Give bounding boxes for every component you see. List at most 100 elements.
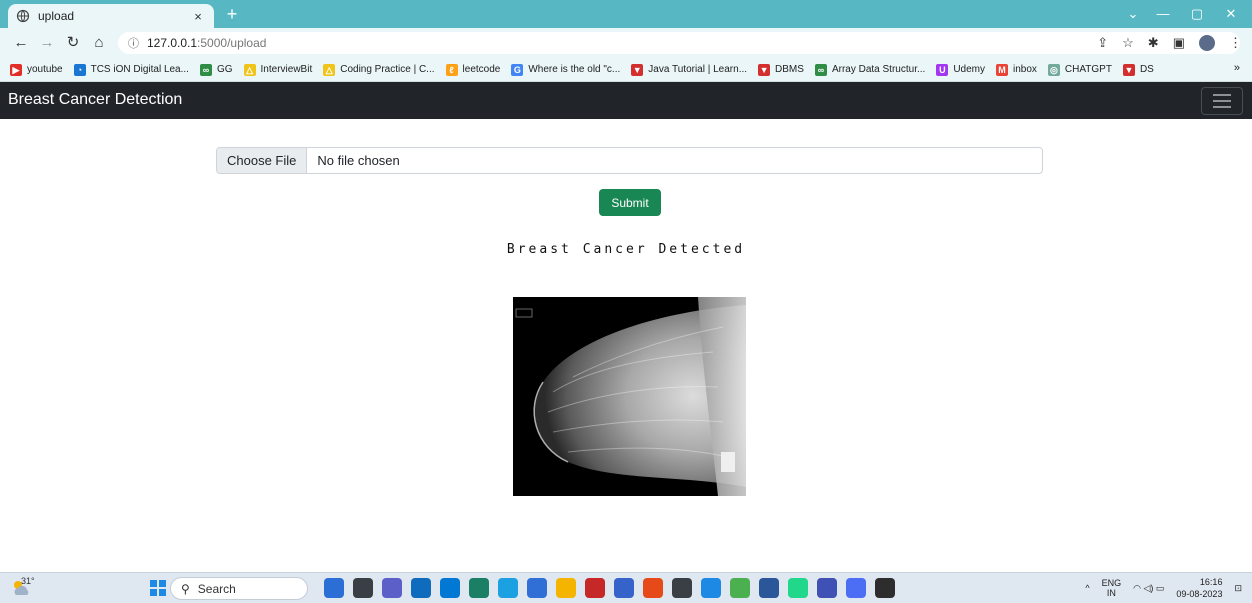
store-icon[interactable]: [411, 578, 431, 598]
bookmark-item[interactable]: ◔ TCS iON Digital Lea...: [73, 63, 189, 76]
bookmark-item[interactable]: ▶ youtube: [10, 63, 63, 76]
l-app-icon[interactable]: [469, 578, 489, 598]
tab-list-icon[interactable]: ⌄: [1116, 4, 1150, 24]
bookmark-item[interactable]: ▼ Java Tutorial | Learn...: [631, 63, 748, 76]
file-input[interactable]: Choose File No file chosen: [216, 147, 1043, 174]
bookmark-item[interactable]: Minbox: [996, 63, 1037, 76]
photos-icon[interactable]: [614, 578, 634, 598]
bookmark-item[interactable]: ▼ DS: [1122, 63, 1154, 76]
pycharm-icon[interactable]: [788, 578, 808, 598]
navbar-toggler-button[interactable]: [1201, 87, 1243, 115]
mammogram-image: [513, 297, 746, 496]
search-icon: ⚲: [181, 581, 190, 596]
clock-date: 09-08-2023: [1176, 589, 1223, 599]
bookmark-item[interactable]: ∞ Array Data Structur...: [814, 63, 926, 76]
vscode-icon[interactable]: [701, 578, 721, 598]
mcafee-icon[interactable]: [585, 578, 605, 598]
back-arrow-icon[interactable]: ←: [12, 34, 30, 52]
maximize-button[interactable]: ▢: [1180, 4, 1214, 24]
globe-icon: [16, 9, 30, 23]
edge-icon[interactable]: [498, 578, 518, 598]
dbms-icon: ▼: [758, 63, 771, 76]
share-icon[interactable]: ⇪: [1097, 35, 1108, 51]
notepad-icon[interactable]: [846, 578, 866, 598]
hamburger-icon-bar: [1213, 100, 1231, 102]
bookmark-item[interactable]: G Where is the old "c...: [511, 63, 621, 76]
notification-icon[interactable]: ⊡: [1234, 583, 1242, 594]
bing-icon[interactable]: [324, 578, 344, 598]
forward-arrow-icon[interactable]: →: [38, 34, 56, 52]
chrome-icon[interactable]: [730, 578, 750, 598]
chat-icon[interactable]: [527, 578, 547, 598]
teams-icon[interactable]: [382, 578, 402, 598]
submit-button[interactable]: Submit: [599, 189, 661, 216]
bookmark-item[interactable]: U Udemy: [936, 63, 985, 76]
task-view-icon[interactable]: [353, 578, 373, 598]
windows-taskbar: 31° ⚲ Search ^ ENG IN ◠ ◁) ▭ 16:16 09-08…: [0, 572, 1252, 603]
bookmark-item[interactable]: ▼ DBMS: [758, 63, 804, 76]
bookmark-label: DBMS: [775, 64, 804, 75]
bookmark-star-icon[interactable]: ☆: [1122, 35, 1134, 51]
url-field[interactable]: ⓘ 127.0.0.1 :5000/upload: [118, 32, 1240, 54]
network-app-icon[interactable]: [817, 578, 837, 598]
weather-widget[interactable]: 31°: [10, 576, 35, 599]
app-navbar: Breast Cancer Detection: [0, 82, 1252, 119]
javatpoint-icon: ▼: [631, 63, 644, 76]
minimize-button[interactable]: —: [1146, 4, 1180, 24]
region-code: IN: [1106, 588, 1116, 598]
ds-icon: ▼: [1122, 63, 1135, 76]
bookmark-label: Array Data Structur...: [831, 64, 926, 75]
bookmark-label: leetcode: [462, 64, 501, 75]
bookmark-item[interactable]: △ Coding Practice | C...: [323, 63, 435, 76]
site-info-icon[interactable]: ⓘ: [128, 35, 139, 51]
taskbar-clock[interactable]: 16:16 09-08-2023: [1176, 576, 1222, 600]
bookmark-label: DS: [1139, 64, 1154, 75]
wifi-sound-battery-icons[interactable]: ◠ ◁) ▭: [1133, 583, 1164, 594]
interviewbit-icon: △: [243, 63, 256, 76]
tab-close-icon[interactable]: ×: [190, 9, 206, 24]
home-icon[interactable]: ⌂: [90, 34, 108, 52]
bookmark-item[interactable]: ∞ GG: [199, 63, 233, 76]
terminal-icon[interactable]: [875, 578, 895, 598]
extensions-icon[interactable]: ✱: [1148, 35, 1159, 51]
tray-overflow-icon[interactable]: ^: [1085, 583, 1089, 593]
url-path: :5000/upload: [197, 36, 267, 50]
mail-icon[interactable]: [440, 578, 460, 598]
language-indicator[interactable]: ENG IN: [1102, 578, 1122, 598]
google-icon: G: [511, 63, 524, 76]
choose-file-button[interactable]: Choose File: [217, 148, 308, 173]
browser-tab-strip: upload × + ⌄ — ▢ ✕: [0, 0, 1252, 28]
file-explorer-icon[interactable]: [556, 578, 576, 598]
word-icon[interactable]: [759, 578, 779, 598]
bookmark-label: Java Tutorial | Learn...: [648, 64, 748, 75]
office-icon[interactable]: [643, 578, 663, 598]
reload-icon[interactable]: ↻: [64, 34, 82, 52]
navbar-brand[interactable]: Breast Cancer Detection: [8, 91, 182, 109]
new-tab-button[interactable]: +: [222, 5, 242, 25]
bookmark-label: Coding Practice | C...: [340, 64, 435, 75]
tab-title: upload: [38, 9, 75, 23]
windows-start-button[interactable]: [150, 580, 166, 596]
profile-avatar[interactable]: [1199, 35, 1215, 51]
tab-upload[interactable]: upload ×: [8, 4, 214, 28]
bookmark-label: Udemy: [953, 64, 985, 75]
hamburger-icon-bar: [1213, 106, 1231, 108]
leetcode-icon: ℓ: [445, 63, 458, 76]
close-window-button[interactable]: ✕: [1214, 4, 1248, 24]
bookmark-item[interactable]: ◎ CHATGPT: [1047, 63, 1112, 76]
url-host: 127.0.0.1: [147, 36, 198, 50]
bookmark-item[interactable]: ℓ leetcode: [445, 63, 501, 76]
taskbar-search[interactable]: ⚲ Search: [170, 577, 308, 600]
gfg-icon: ∞: [199, 63, 212, 76]
bookmark-label: Where is the old "c...: [528, 64, 621, 75]
tcs-icon: ◔: [73, 63, 86, 76]
bookmark-label: InterviewBit: [260, 64, 313, 75]
system-tray: ^ ENG IN ◠ ◁) ▭ 16:16 09-08-2023 ⊡: [1085, 576, 1242, 600]
bookmark-label: inbox: [1013, 64, 1037, 75]
menu-kebab-icon[interactable]: ⋮: [1229, 35, 1242, 51]
bookmark-item[interactable]: △ InterviewBit: [243, 63, 313, 76]
gfg-icon: ∞: [814, 63, 827, 76]
side-panel-icon[interactable]: ▣: [1173, 35, 1185, 51]
bookmarks-overflow-icon[interactable]: »: [1234, 62, 1240, 74]
virtualbox-icon[interactable]: [672, 578, 692, 598]
